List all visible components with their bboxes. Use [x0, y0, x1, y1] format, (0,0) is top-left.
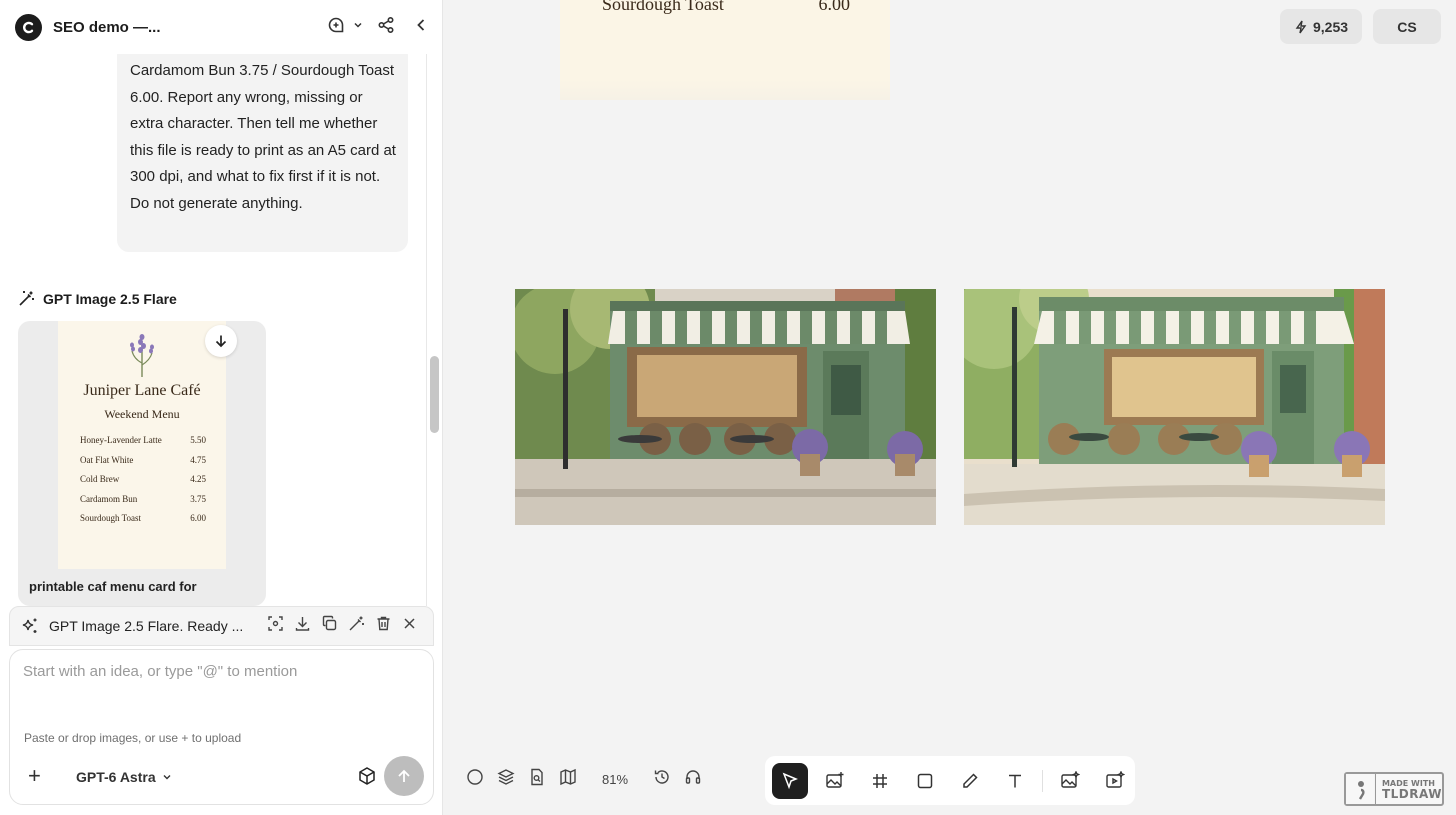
circle-icon[interactable]	[466, 768, 484, 791]
cube-icon[interactable]	[357, 766, 377, 791]
model-label-row: GPT Image 2.5 Flare	[18, 290, 177, 307]
credits-button[interactable]: 9,253	[1280, 9, 1363, 44]
menu-item-name: Sourdough Toast	[80, 513, 141, 523]
copy-icon[interactable]	[321, 615, 338, 637]
chat-messages: Cardamom Bun 3.75 / Sourdough Toast 6.00…	[0, 54, 427, 606]
rectangle-icon	[917, 773, 933, 788]
menu-line-name: Sourdough Toast	[602, 0, 724, 14]
hash-icon	[873, 773, 887, 788]
image-upload-icon	[826, 771, 844, 788]
lavender-illustration	[58, 333, 226, 377]
watermark-brand: TLDRAW	[1381, 787, 1442, 801]
result-caption: printable caf menu card for	[29, 579, 197, 594]
edit-wand-icon[interactable]	[348, 615, 365, 637]
menu-card-image: Juniper Lane Café Weekend Menu Honey-Lav…	[58, 321, 226, 569]
select-tool-button[interactable]	[772, 762, 808, 799]
layers-icon[interactable]	[497, 768, 515, 791]
send-button[interactable]	[384, 756, 424, 796]
watermark-text: MADE WITH TLDRAW	[1381, 779, 1442, 801]
history-icon[interactable]	[653, 768, 671, 791]
image-sparkle-icon	[1061, 770, 1080, 788]
focus-icon[interactable]	[267, 615, 284, 637]
page-search-icon[interactable]	[528, 768, 546, 791]
menu-item-price: 4.25	[190, 474, 206, 484]
app-logo[interactable]	[15, 13, 42, 41]
add-attachment-button[interactable]: +	[28, 765, 41, 787]
pencil-icon	[963, 772, 978, 788]
made-with-tldraw-badge[interactable]: MADE WITH TLDRAW	[1344, 772, 1444, 806]
whiteboard-canvas[interactable]: Sourdough Toast 6.00 9,253 CS 81% MADE W…	[444, 0, 1456, 815]
chevron-down-icon	[163, 775, 171, 780]
user-avatar-button[interactable]: CS	[1373, 9, 1441, 44]
project-title[interactable]: SEO demo —...	[53, 19, 161, 36]
result-card[interactable]: Juniper Lane Café Weekend Menu Honey-Lav…	[18, 321, 266, 606]
tldraw-logo-icon	[1346, 774, 1376, 804]
generation-status-bar: GPT Image 2.5 Flare. Ready ...	[9, 606, 434, 646]
menu-title: Juniper Lane Café	[83, 382, 201, 399]
chat-scrollbar[interactable]	[430, 356, 439, 433]
generate-video-button[interactable]	[1097, 763, 1133, 799]
menu-item-name: Cold Brew	[80, 474, 120, 484]
menu-item-name: Honey-Lavender Latte	[80, 435, 162, 445]
menu-line: Sourdough Toast 6.00	[602, 0, 850, 15]
generate-image-button[interactable]	[1052, 763, 1088, 799]
user-message: Cardamom Bun 3.75 / Sourdough Toast 6.00…	[117, 54, 408, 252]
status-text: GPT Image 2.5 Flare. Ready ...	[49, 618, 244, 634]
map-icon[interactable]	[559, 768, 577, 791]
credits-count: 9,253	[1313, 18, 1349, 35]
sparkle-icon	[22, 618, 37, 633]
share-icon[interactable]	[377, 16, 395, 34]
model-selector[interactable]: GPT-6 Astra	[76, 769, 172, 785]
menu-items: Honey-Lavender Latte 5.50 Oat Flat White 4…	[80, 435, 206, 533]
prompt-input[interactable]	[23, 663, 418, 680]
menu-item: Sourdough Toast 6.00	[80, 513, 206, 533]
chat-header: SEO demo —...	[0, 0, 443, 54]
menu-subtitle: Weekend Menu	[104, 407, 180, 421]
generated-image-storefront-photo[interactable]	[515, 289, 936, 525]
drawing-toolbar	[765, 756, 1135, 805]
frame-tool-button[interactable]	[862, 763, 898, 799]
trash-icon[interactable]	[375, 615, 392, 637]
canvas-tools-left: 81%	[466, 768, 702, 791]
toolbar-divider	[1042, 769, 1043, 792]
chat-scroll-track	[426, 54, 427, 606]
text-icon	[1009, 774, 1021, 787]
menu-item-price: 6.00	[190, 513, 206, 523]
menu-item: Cardamom Bun 3.75	[80, 494, 206, 514]
insert-image-button[interactable]	[817, 763, 853, 799]
arrow-up-icon	[398, 769, 410, 782]
draw-tool-button[interactable]	[952, 763, 988, 799]
close-icon[interactable]	[402, 616, 417, 636]
menu-item: Cold Brew 4.25	[80, 474, 206, 494]
download-image-button[interactable]	[205, 325, 237, 357]
menu-item-price: 3.75	[190, 493, 206, 504]
zoom-level[interactable]: 81%	[602, 772, 628, 787]
menu-item-price: 5.50	[190, 435, 206, 445]
new-chat-icon[interactable]	[327, 16, 345, 34]
chat-panel: SEO demo —... Cardamom Bun 3.75 / Sourdo…	[0, 0, 443, 815]
model-name: GPT Image 2.5 Flare	[43, 290, 177, 307]
upload-hint: Paste or drop images, or use + to upload	[24, 731, 242, 745]
lightning-icon	[1295, 20, 1307, 33]
menu-item-name: Oat Flat White	[80, 454, 134, 465]
text-tool-button[interactable]	[997, 763, 1033, 799]
headset-icon[interactable]	[684, 768, 702, 791]
download-icon[interactable]	[294, 615, 311, 637]
prompt-composer: Paste or drop images, or use + to upload…	[9, 649, 434, 805]
rectangle-tool-button[interactable]	[907, 763, 943, 799]
menu-item-name: Cardamom Bun	[80, 493, 138, 504]
magic-wand-icon	[19, 291, 34, 306]
generated-image-storefront-illustration[interactable]	[964, 289, 1385, 525]
cursor-icon	[782, 772, 798, 789]
chevron-down-icon[interactable]	[353, 20, 363, 30]
menu-item-price: 4.75	[190, 454, 206, 465]
menu-item: Oat Flat White 4.75	[80, 455, 206, 475]
menu-card-shape[interactable]: Sourdough Toast 6.00	[560, 0, 890, 100]
arrow-down-icon	[215, 335, 227, 348]
menu-item: Honey-Lavender Latte 5.50	[80, 435, 206, 455]
collapse-panel-icon[interactable]	[415, 18, 427, 32]
video-sparkle-icon	[1106, 770, 1125, 788]
menu-line-price: 6.00	[818, 0, 851, 14]
model-selector-label: GPT-6 Astra	[76, 769, 156, 785]
